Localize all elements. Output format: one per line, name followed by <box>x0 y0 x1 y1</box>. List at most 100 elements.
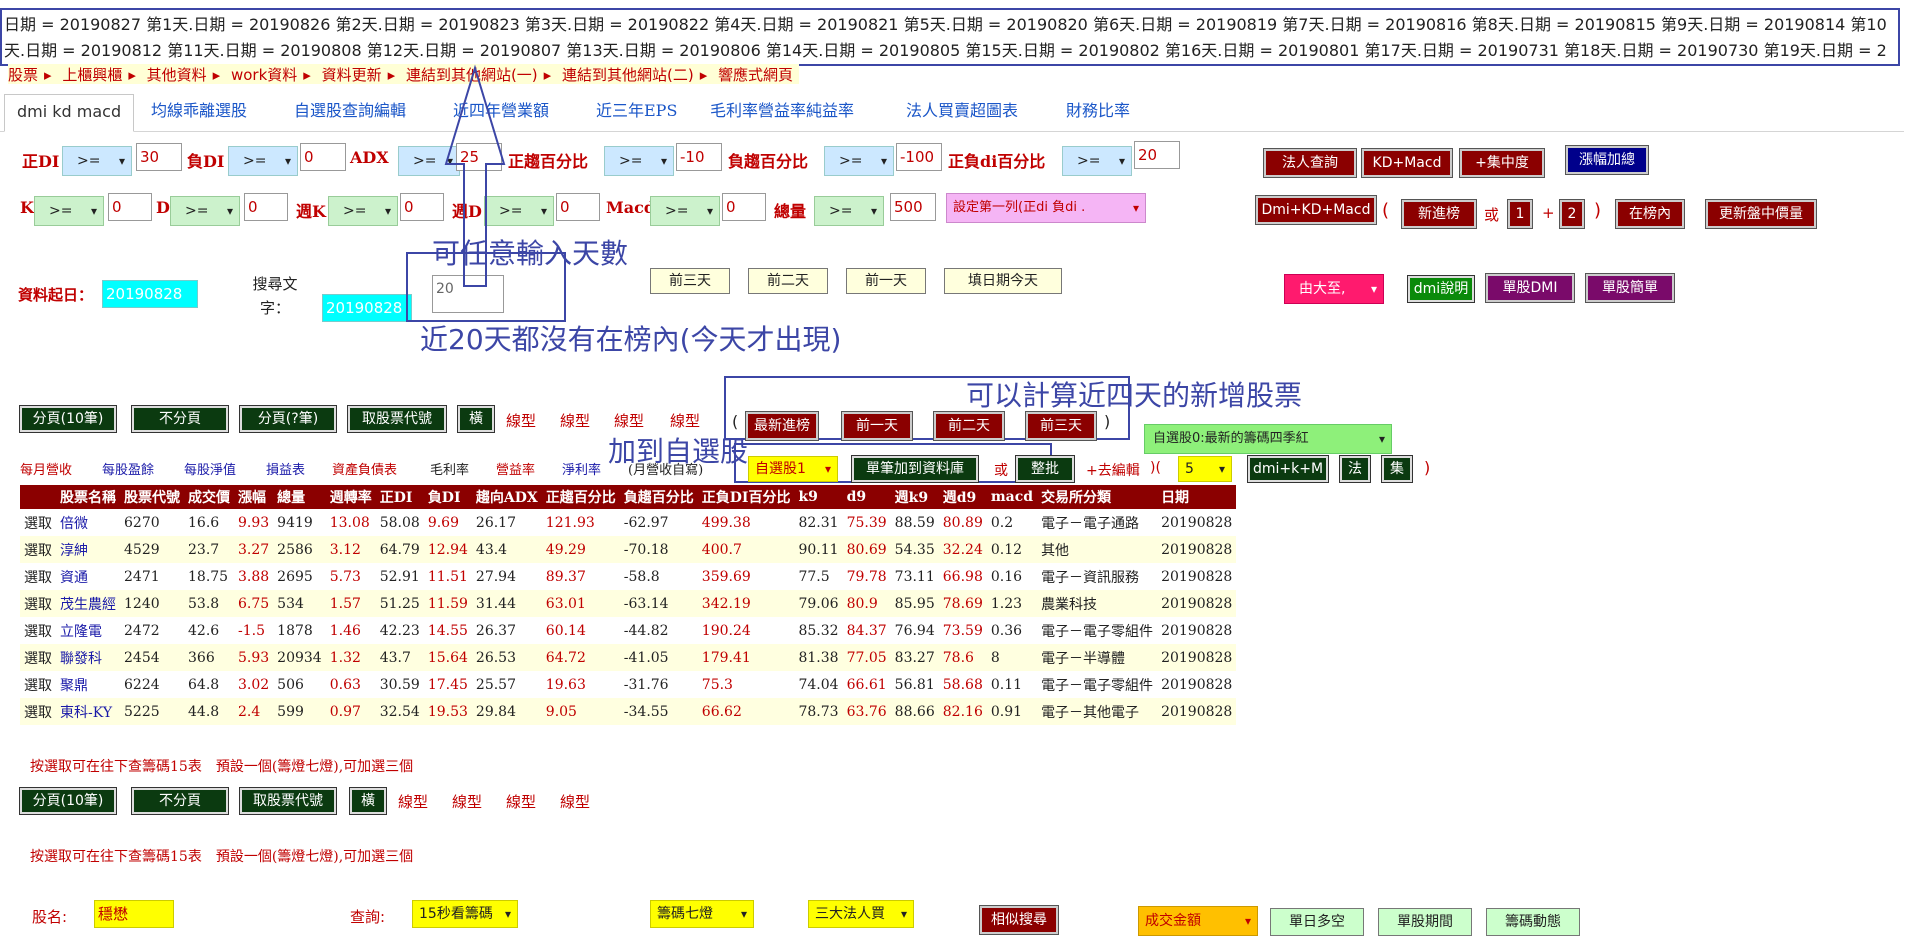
concentration-short-button[interactable]: 集 <box>1381 455 1413 483</box>
num-1-button[interactable]: 1 <box>1507 199 1533 229</box>
k-input[interactable]: 0 <box>108 193 152 221</box>
week-k-operator-select[interactable]: >= <box>328 196 398 226</box>
tab-legal-chart[interactable]: 法人買賣超圖表 <box>906 94 1018 132</box>
chart-link-7[interactable]: 線型 <box>506 791 536 812</box>
single-day-button[interactable]: 單日多空 <box>1270 908 1364 936</box>
single-dmi-button[interactable]: 單股DMI <box>1485 273 1575 303</box>
chart-link-1[interactable]: 線型 <box>506 410 536 431</box>
dmi-kd-macd-button[interactable]: Dmi+KD+Macd <box>1255 195 1377 225</box>
prev-2-days-button[interactable]: 前二天 <box>748 268 828 294</box>
chart-link-3[interactable]: 線型 <box>614 410 644 431</box>
new-list-button[interactable]: 新進榜 <box>1401 199 1477 229</box>
pdi-operator-select[interactable]: >= <box>62 146 132 176</box>
pndi-operator-select[interactable]: >= <box>1062 146 1132 176</box>
chart-link-4[interactable]: 線型 <box>670 410 700 431</box>
kd-macd-button[interactable]: KD+Macd <box>1361 148 1453 178</box>
link-self-revenue[interactable]: (月營收自寫) <box>628 459 703 478</box>
k-operator-select[interactable]: >= <box>34 196 104 226</box>
stock-name-link[interactable]: 聚鼎 <box>56 671 120 698</box>
no-page-button[interactable]: 不分頁 <box>131 405 229 433</box>
select-link[interactable]: 選取 <box>20 617 56 644</box>
single-simple-button[interactable]: 單股簡單 <box>1585 273 1675 303</box>
fill-today-button[interactable]: 填日期今天 <box>944 268 1062 294</box>
ndi-operator-select[interactable]: >= <box>228 146 298 176</box>
single-period-button[interactable]: 單股期間 <box>1378 908 1472 936</box>
tab-dmi-kd-macd[interactable]: dmi kd macd <box>4 94 135 132</box>
horizontal-button-2[interactable]: 橫 <box>349 787 387 815</box>
menu-otc[interactable]: 上櫃興櫃 <box>62 66 122 84</box>
d-operator-select[interactable]: >= <box>170 196 240 226</box>
chart-link-5[interactable]: 線型 <box>398 791 428 812</box>
link-monthly-revenue[interactable]: 每月營收 <box>20 459 72 478</box>
get-codes-button[interactable]: 取股票代號 <box>347 405 447 433</box>
neg-trend-operator-select[interactable]: >= <box>824 146 894 176</box>
prev-1-day-button[interactable]: 前一天 <box>846 268 926 294</box>
stock-name-link[interactable]: 倍微 <box>56 509 120 536</box>
add-to-db-button[interactable]: 單筆加到資料庫 <box>851 455 979 483</box>
watchlist-0-select[interactable]: 自選股0:最新的籌碼四季紅 <box>1144 424 1392 454</box>
three-institutions-select[interactable]: 三大法人買 <box>808 900 914 928</box>
neg-trend-input[interactable]: -100 <box>896 143 942 171</box>
volume-input[interactable]: 500 <box>890 193 936 221</box>
query-15s-select[interactable]: 15秒看籌碼 <box>412 900 518 928</box>
tab-financial-ratio[interactable]: 財務比率 <box>1066 94 1130 132</box>
prev-2-day-list-button[interactable]: 前二天 <box>933 411 1005 441</box>
get-codes-button-2[interactable]: 取股票代號 <box>239 787 337 815</box>
stock-name-link[interactable]: 淳紳 <box>56 536 120 563</box>
go-edit-link[interactable]: +去編輯 <box>1086 460 1140 480</box>
sort-order-select[interactable]: 由大至, <box>1284 274 1384 304</box>
week-d-input[interactable]: 0 <box>556 193 600 221</box>
rise-sum-button[interactable]: 漲幅加總 <box>1565 145 1649 175</box>
select-link[interactable]: 選取 <box>20 536 56 563</box>
link-net-margin[interactable]: 淨利率 <box>562 459 601 478</box>
prev-3-day-list-button[interactable]: 前三天 <box>1025 411 1097 441</box>
start-date-input[interactable]: 20190828 <box>102 280 198 308</box>
horizontal-button[interactable]: 橫 <box>457 405 495 433</box>
link-income[interactable]: 損益表 <box>266 459 305 478</box>
count-select[interactable]: 5 <box>1178 456 1232 482</box>
stock-name-input[interactable]: 穩懋 <box>94 900 174 928</box>
num-2-button[interactable]: 2 <box>1559 199 1585 229</box>
link-eps[interactable]: 每股盈餘 <box>102 459 154 478</box>
link-nav[interactable]: 每股淨值 <box>184 459 236 478</box>
page-10-button[interactable]: 分頁(10筆) <box>19 405 117 433</box>
select-link[interactable]: 選取 <box>20 698 56 725</box>
stock-name-link[interactable]: 資通 <box>56 563 120 590</box>
macd-input[interactable]: 0 <box>722 193 766 221</box>
menu-links-2[interactable]: 連結到其他網站(二) <box>562 66 694 84</box>
menu-stocks[interactable]: 股票 <box>8 66 38 84</box>
macd-operator-select[interactable]: >= <box>650 196 720 226</box>
stock-name-link[interactable]: 東科-KY <box>56 698 120 725</box>
menu-work-data[interactable]: work資料 <box>231 66 297 84</box>
chart-link-6[interactable]: 線型 <box>452 791 482 812</box>
select-link[interactable]: 選取 <box>20 509 56 536</box>
in-list-button[interactable]: 在榜內 <box>1615 199 1685 229</box>
pndi-input[interactable]: 20 <box>1134 141 1180 169</box>
chart-link-2[interactable]: 線型 <box>560 410 590 431</box>
page-custom-button[interactable]: 分頁(?筆) <box>239 405 337 433</box>
pos-trend-operator-select[interactable]: >= <box>604 146 674 176</box>
chart-link-8[interactable]: 線型 <box>560 791 590 812</box>
stock-name-link[interactable]: 聯發科 <box>56 644 120 671</box>
watchlist-1-select[interactable]: 自選股1 <box>748 456 838 482</box>
search-text-input[interactable]: 20190828 <box>322 294 412 322</box>
chip-dynamics-button[interactable]: 籌碼動態 <box>1486 908 1580 936</box>
pdi-input[interactable]: 30 <box>136 143 182 171</box>
dmi-k-m-button[interactable]: dmi+k+M <box>1247 455 1329 483</box>
ndi-input[interactable]: 0 <box>300 143 346 171</box>
similar-search-button[interactable]: 相似搜尋 <box>979 905 1059 935</box>
menu-data-update[interactable]: 資料更新 <box>322 66 382 84</box>
pos-trend-input[interactable]: -10 <box>676 143 722 171</box>
page-10-button-2[interactable]: 分頁(10筆) <box>19 787 117 815</box>
select-link[interactable]: 選取 <box>20 644 56 671</box>
prev-3-days-button[interactable]: 前三天 <box>650 268 730 294</box>
dmi-desc-button[interactable]: dmi說明 <box>1407 275 1475 303</box>
tab-ma-deviation[interactable]: 均線乖離選股 <box>151 94 247 132</box>
select-link[interactable]: 選取 <box>20 671 56 698</box>
tab-watchlist-edit[interactable]: 自選股查詢編輯 <box>294 94 406 132</box>
week-k-input[interactable]: 0 <box>400 193 444 221</box>
volume-operator-select[interactable]: >= <box>814 196 884 226</box>
prev-day-list-button[interactable]: 前一天 <box>841 411 913 441</box>
legal-query-button[interactable]: 法人查詢 <box>1263 148 1357 178</box>
link-balance[interactable]: 資產負債表 <box>332 459 397 478</box>
